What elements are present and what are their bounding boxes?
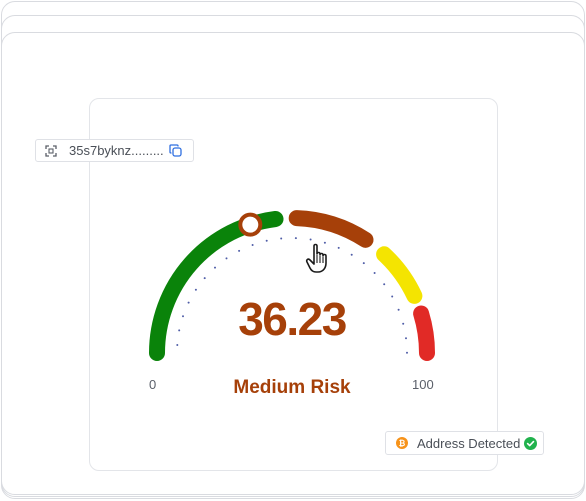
gauge-tick (238, 249, 241, 252)
gauge-needle-knob[interactable] (238, 212, 263, 237)
gauge-tick (402, 322, 405, 325)
gauge-tick (203, 277, 206, 280)
gauge-min-label: 0 (149, 377, 157, 392)
gauge-tick (323, 241, 326, 244)
gauge-tick (225, 257, 228, 260)
gauge-tick (362, 262, 365, 265)
scan-icon (45, 144, 57, 157)
gauge-tick (350, 253, 353, 256)
gauge-tick (405, 337, 407, 340)
gauge-segment-elevated (376, 246, 423, 304)
gauge-max-label: 100 (412, 377, 434, 392)
svg-text:₿: ₿ (399, 439, 406, 448)
gauge-tick (406, 351, 408, 354)
address-detected-badge: ₿ Address Detected (385, 431, 544, 455)
gauge-tick (397, 308, 400, 311)
risk-gauge (149, 210, 436, 361)
gauge-tick (251, 244, 254, 246)
gauge-tick (294, 237, 297, 240)
address-chip: 35s7byknz......... (35, 139, 194, 162)
gauge-tick (187, 301, 190, 304)
gauge-tick (182, 315, 184, 318)
gauge-tick (383, 283, 386, 286)
gauge-tick (265, 239, 268, 242)
risk-level-label: Medium Risk (233, 377, 351, 398)
gauge-tick (280, 237, 283, 240)
gauge-tick (309, 238, 312, 241)
status-label: Address Detected (417, 435, 521, 451)
gauge-tick (194, 288, 197, 291)
gauge-tick (214, 266, 216, 269)
address-value: 35s7byknz......... (69, 143, 164, 158)
check-circle-icon (524, 436, 538, 450)
copy-icon[interactable] (169, 144, 182, 157)
gauge-tick (176, 344, 179, 346)
gauge-tick (178, 329, 181, 332)
risk-score: 36.23 (238, 293, 347, 345)
gauge-segment-high (413, 305, 436, 361)
hand-pointer-icon (305, 243, 327, 273)
gauge-segment-medium (288, 210, 374, 248)
gauge-tick (337, 246, 340, 249)
bitcoin-icon: ₿ (396, 437, 408, 449)
gauge-tick (373, 272, 376, 274)
